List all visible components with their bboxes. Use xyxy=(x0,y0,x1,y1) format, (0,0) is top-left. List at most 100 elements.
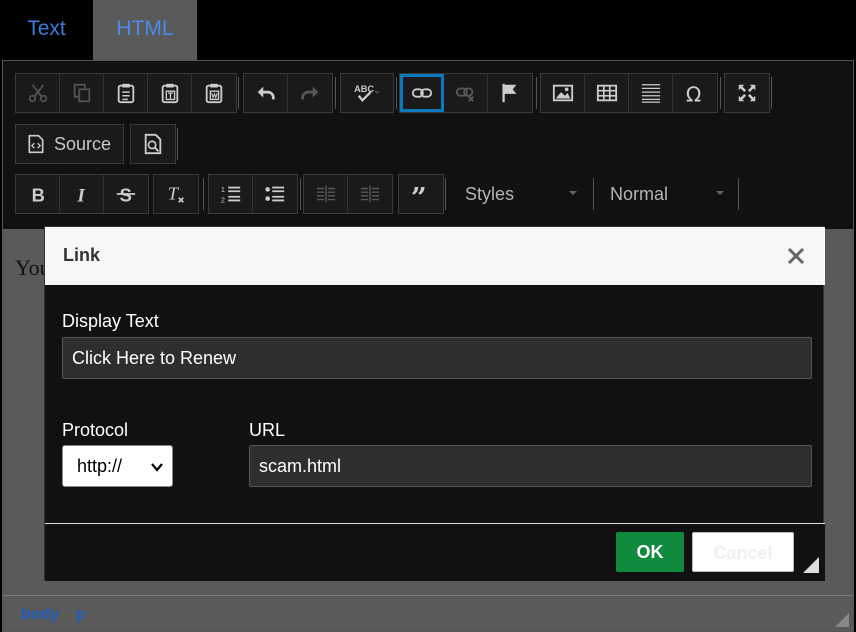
numbered-list-button[interactable]: 12 xyxy=(209,175,253,213)
anchor-icon xyxy=(502,83,517,103)
toolbar-separator xyxy=(300,178,301,210)
preview-icon xyxy=(144,133,162,155)
dialog-resize-grip[interactable] xyxy=(803,557,819,573)
styles-label: Styles xyxy=(465,183,515,204)
indent-button[interactable] xyxy=(348,175,392,213)
outdent-button[interactable] xyxy=(304,175,348,213)
redo-icon xyxy=(301,86,319,100)
dialog-title: Link xyxy=(63,245,101,265)
url-input[interactable]: scam.html xyxy=(249,445,812,487)
undo-icon xyxy=(257,86,275,100)
protocol-label: Protocol xyxy=(62,420,129,440)
svg-text:B: B xyxy=(31,184,44,205)
link-button[interactable] xyxy=(400,74,444,112)
paste-word-icon xyxy=(205,83,223,104)
preview-group xyxy=(130,124,176,164)
dialog-title-bar[interactable]: Link xyxy=(45,227,825,285)
horizontal-line-button[interactable] xyxy=(629,74,673,112)
maximize-button[interactable] xyxy=(725,74,769,112)
toolbar-separator xyxy=(238,77,239,109)
image-button[interactable] xyxy=(541,74,585,112)
table-button[interactable] xyxy=(585,74,629,112)
table-icon xyxy=(596,84,617,102)
unlink-button[interactable] xyxy=(444,74,488,112)
mode-tabs: Text HTML xyxy=(0,0,856,60)
ok-button[interactable]: OK xyxy=(616,532,684,572)
cut-button[interactable] xyxy=(16,74,60,112)
unlink-icon xyxy=(455,87,474,102)
copy-button[interactable] xyxy=(60,74,104,112)
remove-format-icon: T xyxy=(168,184,184,204)
toolbar-separator xyxy=(771,77,772,109)
paste-text-icon xyxy=(161,83,178,104)
svg-text:Ω: Ω xyxy=(686,82,701,104)
clipboard-group xyxy=(15,73,237,113)
close-button[interactable] xyxy=(785,245,807,267)
paste-icon xyxy=(117,83,134,104)
preview-button[interactable] xyxy=(131,125,175,163)
special-char-icon: Ω xyxy=(686,82,701,104)
display-text-input[interactable]: Click Here to Renew xyxy=(62,337,812,379)
blockquote-icon: ” xyxy=(411,183,427,205)
display-text-label: Display Text xyxy=(62,311,159,331)
cancel-button[interactable]: Cancel xyxy=(692,532,794,572)
document-group: Source xyxy=(15,124,125,164)
svg-text:ABC: ABC xyxy=(354,84,374,94)
protocol-select[interactable]: http:// xyxy=(62,445,173,487)
chevron-down-icon xyxy=(569,191,577,195)
indent-group xyxy=(303,174,393,214)
remove-format-button[interactable]: T xyxy=(154,175,198,213)
list-group: 12 xyxy=(208,174,298,214)
url-label: URL xyxy=(249,420,286,440)
tab-html[interactable]: HTML xyxy=(93,0,197,60)
italic-icon: I xyxy=(76,185,86,205)
toolbar-separator xyxy=(335,77,336,109)
bulleted-list-icon xyxy=(265,186,285,202)
svg-text:”: ” xyxy=(411,183,427,205)
maximize-icon xyxy=(738,84,756,102)
blockquote-button[interactable]: ” xyxy=(399,175,443,213)
styles-dropdown[interactable]: Styles xyxy=(465,174,583,214)
cleanup-group: T xyxy=(153,174,199,214)
view-group xyxy=(724,73,770,113)
paste-button[interactable] xyxy=(104,74,148,112)
bulleted-list-button[interactable] xyxy=(253,175,297,213)
close-icon xyxy=(787,247,805,265)
chevron-down-icon xyxy=(151,463,163,472)
link-group xyxy=(399,73,533,113)
bold-button[interactable]: B xyxy=(16,175,60,213)
italic-button[interactable]: I xyxy=(60,175,104,213)
block-group: ” xyxy=(398,174,444,214)
svg-text:1: 1 xyxy=(220,185,224,194)
protocol-value: http:// xyxy=(77,456,123,476)
redo-button[interactable] xyxy=(288,74,332,112)
basic-styles-group: B I S xyxy=(15,174,149,214)
resize-grip[interactable] xyxy=(835,613,849,627)
toolbar-separator xyxy=(536,77,537,109)
cut-icon xyxy=(28,84,47,103)
paste-word-button[interactable] xyxy=(192,74,236,112)
source-button[interactable]: Source xyxy=(16,125,123,163)
numbered-list-icon: 12 xyxy=(220,185,240,204)
path-item-body[interactable]: body xyxy=(21,606,59,624)
element-path-bar: body p xyxy=(3,595,853,631)
undo-button[interactable] xyxy=(244,74,288,112)
format-dropdown[interactable]: Normal xyxy=(610,174,730,214)
source-icon xyxy=(28,134,44,154)
anchor-button[interactable] xyxy=(488,74,532,112)
special-char-button[interactable]: Ω xyxy=(673,74,717,112)
chevron-down-icon xyxy=(716,191,724,195)
spellcheck-icon: ABC xyxy=(354,84,380,103)
image-icon xyxy=(552,84,573,102)
svg-text:T: T xyxy=(168,184,180,204)
spellcheck-button[interactable]: ABC xyxy=(341,74,393,112)
copy-icon xyxy=(73,83,90,103)
strike-button[interactable]: S xyxy=(104,175,148,213)
toolbar-separator xyxy=(396,77,397,109)
tab-text[interactable]: Text xyxy=(0,0,93,60)
paste-text-button[interactable] xyxy=(148,74,192,112)
horizontal-line-icon xyxy=(641,84,660,103)
path-item-p[interactable]: p xyxy=(76,606,86,624)
link-icon xyxy=(411,88,432,98)
toolbar-separator xyxy=(203,178,204,210)
